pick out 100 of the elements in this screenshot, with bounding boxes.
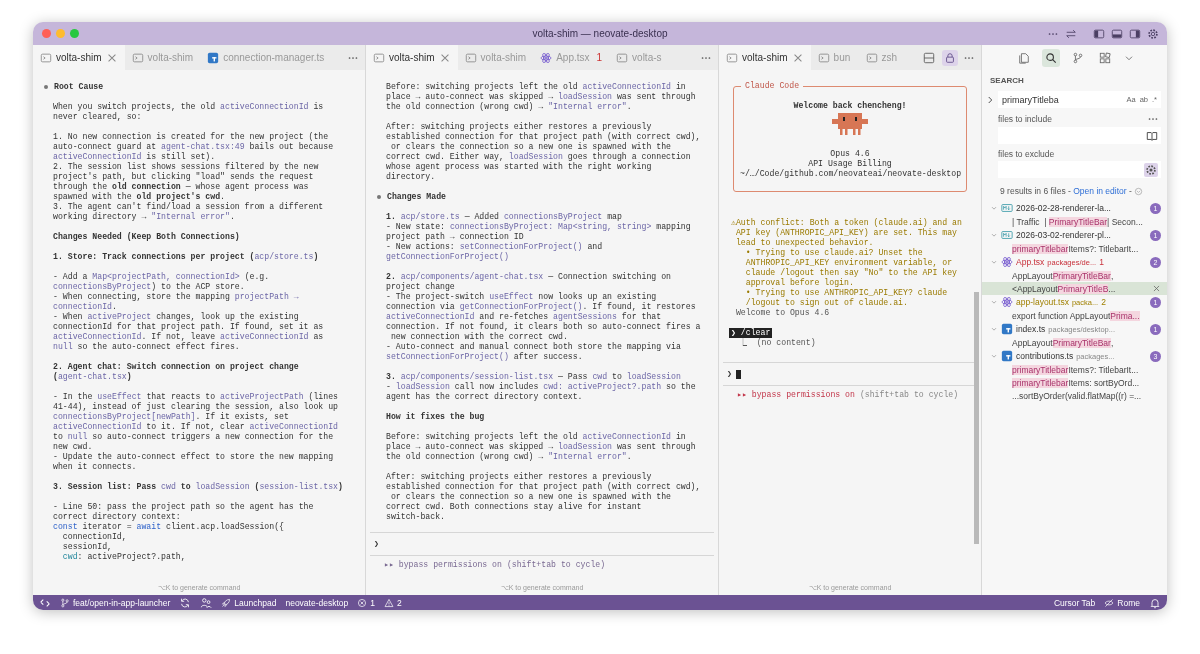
terminal-icon	[817, 51, 830, 64]
terminal-line: Before: switching projects left the old activeConnectionId in	[386, 82, 686, 92]
branch-icon[interactable]	[1071, 51, 1084, 64]
terminal-line: After: switching projects either restores a previously	[386, 472, 652, 482]
typescript-file-icon	[1001, 323, 1013, 335]
slashed-circle-icon	[1104, 597, 1115, 608]
terminal-line: (agent-chat.tsx)	[53, 372, 132, 382]
settings-icon[interactable]	[1147, 27, 1159, 40]
extensions-icon[interactable]	[1098, 51, 1111, 64]
search-icon[interactable]	[1044, 51, 1057, 64]
terminal-line: - loadSession call now includes cwd: activeProject?.path so the	[386, 382, 696, 392]
terminal-line: Welcome to Opus 4.6	[734, 308, 830, 318]
window-title: volta-shim — neovate-desktop	[532, 28, 668, 39]
terminal-line: 1. No new connection is created for the new project (the	[53, 132, 329, 142]
rocket-icon	[221, 597, 232, 608]
terminal-line: - Update the auto-connect effect to store the new mapping	[53, 452, 334, 462]
typescript-file-icon	[207, 51, 220, 64]
exclude-field[interactable]	[998, 161, 1161, 178]
status-item[interactable]: Cursor Tab	[1053, 597, 1096, 608]
tab[interactable]: volta-shim	[33, 45, 125, 70]
tab[interactable]: volta-shim	[366, 45, 458, 70]
terminal-icon	[131, 51, 144, 64]
terminal-line: correct cwd. Both connections stay alive for instant	[386, 502, 642, 512]
panel-right-icon[interactable]	[1129, 27, 1141, 40]
text-cursor	[735, 369, 741, 379]
terminal-line: connectionId,	[61, 532, 127, 542]
terminal-line: - Add a Map<projectPath, connectionId> (e.g.	[53, 272, 270, 282]
terminal-line: Before: switching projects left the old activeConnectionId in	[386, 432, 686, 442]
terminal-line: or clears the connection so a new one is spawned with the	[389, 142, 671, 152]
status-item[interactable]: Launchpad	[221, 597, 277, 608]
terminal-line: - Auto-connect and manual connect both store the mapping via	[386, 342, 681, 352]
search-match[interactable]: | Traffic | PrimaryTitleBar| Secon...	[982, 215, 1167, 228]
lock-icon[interactable]	[944, 51, 956, 64]
terminal-line: connection. If not found, it clears both so auto-connect fires a	[386, 322, 701, 332]
terminal-line: or clears the connection so a new one is spawned with the	[389, 492, 671, 502]
terminal-icon	[865, 51, 878, 64]
search-match[interactable]: primaryTitlebarItems?: TitlebarIt...	[982, 242, 1167, 255]
field-label: files to include	[998, 114, 1052, 124]
project-path: ~/…/Code/github.com/neovateai/neovate-desktop	[740, 169, 962, 179]
terminal-line: project change	[386, 282, 455, 292]
status-item[interactable]: 1	[357, 597, 375, 608]
search-match[interactable]: AppLayoutPrimaryTitleBar,	[982, 269, 1167, 282]
terminal-line: 2. The session list shows sessions filtered by the new	[53, 162, 319, 172]
terminal-icon	[726, 51, 738, 64]
terminal-line: the old connection (wrong cwd) → "Internal error".	[386, 102, 632, 112]
react-file-icon	[1001, 296, 1013, 308]
terminal-icon	[40, 51, 52, 64]
terminal-line: approval before login.	[744, 278, 854, 288]
terminal-line: How it fixes the bug	[386, 412, 485, 422]
terminal-line: place → auto-connect was skipped → loadSession was sent through	[386, 442, 696, 452]
files-icon[interactable]	[1017, 51, 1030, 64]
remote-icon[interactable]	[39, 596, 51, 609]
terminal-line: new connection with the correct cwd.	[389, 332, 568, 342]
bell-icon[interactable]	[1149, 596, 1161, 609]
accounts-icon[interactable]	[200, 596, 213, 609]
prompt-symbol: ❯	[727, 369, 732, 379]
filter-icon[interactable]	[1145, 163, 1157, 176]
search-match[interactable]: primaryTitlebarItems?: TitlebarIt...	[982, 363, 1167, 376]
split-editor-icon[interactable]	[923, 51, 935, 64]
include-field[interactable]	[998, 127, 1161, 144]
status-item[interactable]: 2	[384, 597, 402, 608]
open-in-editor-link[interactable]: Open in editor	[1073, 186, 1127, 196]
collapse-icon[interactable]	[1134, 187, 1144, 197]
chevron-down-icon	[990, 298, 998, 306]
status-item[interactable]: neovate-desktop	[285, 597, 349, 608]
terminal-line: - When activeProject changes, look up the existing	[53, 312, 299, 322]
terminal-line: 1. acp/store.ts — Added connectionsByProject map	[386, 212, 622, 222]
terminal-line: 3. The agent can't find/load a session from a different	[53, 202, 324, 212]
terminal-line: When you switch projects, the old activeConnectionId is	[53, 102, 324, 112]
book-icon[interactable]	[1146, 129, 1158, 142]
terminal-line: After: switching projects either restores a previously	[386, 122, 652, 132]
branch-icon	[60, 597, 70, 608]
status-item[interactable]: feat/open-in-app-launcher	[60, 597, 171, 608]
terminal-line: activeConnectionId and re-fetches agentSessions for that	[386, 312, 662, 322]
search-match[interactable]: export function AppLayoutPrima...	[982, 309, 1167, 322]
markdown-file-icon	[1001, 229, 1013, 241]
search-match[interactable]: primaryTitlebarItems: sortByOrd...	[982, 376, 1167, 389]
tab[interactable]: volta-shim	[719, 45, 811, 70]
chevron-down-icon	[990, 204, 998, 212]
terminal-line: - In the useEffect that reacts to activeProjectPath (lines	[53, 392, 339, 402]
terminal-line: project path → connection ID	[386, 232, 524, 242]
bullet-icon	[44, 85, 48, 89]
error-icon	[357, 597, 368, 608]
swap-arrows-icon[interactable]	[1065, 27, 1077, 40]
billing-label: API Usage Billing	[808, 159, 892, 169]
status-item[interactable]: Rome	[1104, 597, 1140, 608]
panel-left-icon[interactable]	[1093, 27, 1105, 40]
search-match[interactable]: AppLayoutPrimaryTitleBar,	[982, 336, 1167, 349]
field-label: files to exclude	[998, 149, 1055, 159]
terminal-line: null so the auto-connect effect fires.	[53, 342, 240, 352]
search-match[interactable]: <AppLayoutPrimaryTitleB...	[982, 282, 1167, 295]
mode-hint: ▸▸ bypass permissions on (shift+tab to cycle)	[383, 559, 607, 571]
close-button[interactable]	[42, 29, 51, 38]
sync-icon[interactable]	[179, 596, 192, 609]
panel-bottom-icon[interactable]	[1111, 27, 1123, 40]
search-match[interactable]: ...sortByOrder(valid.flatMap((r) =...	[982, 389, 1167, 402]
scrollbar[interactable]	[974, 292, 979, 544]
close-icon[interactable]	[1152, 284, 1161, 293]
markdown-file-icon	[1001, 202, 1013, 214]
terminal-line: • Trying to use claude.ai? Unset the	[744, 248, 923, 258]
